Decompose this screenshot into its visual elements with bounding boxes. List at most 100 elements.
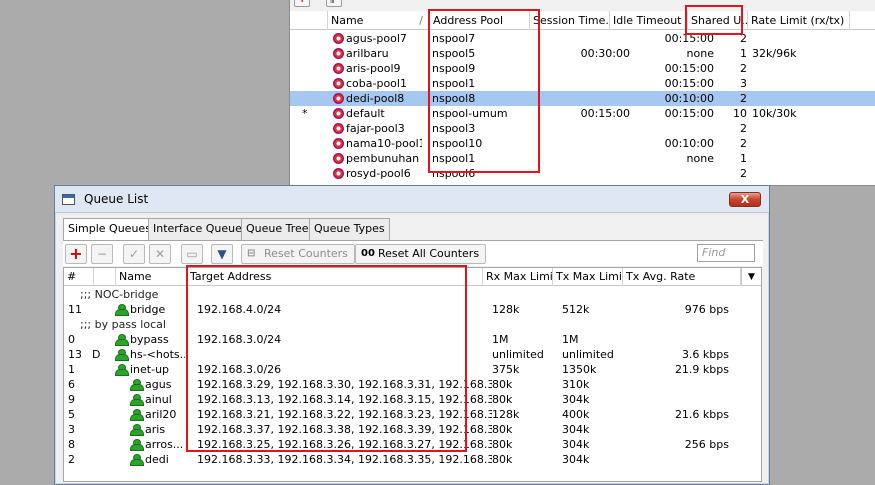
tab-queue-types[interactable]: Queue Types (309, 218, 390, 240)
rate-limit-cell: 10k/30k (752, 107, 797, 120)
table-row[interactable]: dedi-pool8 nspool8 00:10:00 2 (290, 91, 875, 106)
queue-icon (130, 394, 144, 406)
close-button[interactable]: X (729, 192, 761, 207)
comment-button[interactable]: ▭ (181, 244, 203, 264)
queue-name-text: hs-<hots... (130, 348, 185, 361)
table-row[interactable]: coba-pool1 nspool1 00:15:00 3 (290, 76, 875, 91)
tx-max-limit-cell: 304k (562, 453, 590, 466)
table-row[interactable]: * default nspool-umum 00:15:00 00:15:00 10 10k… (290, 106, 875, 121)
queue-flag (92, 422, 106, 437)
columns-dropdown-button[interactable]: ▼ (741, 268, 761, 286)
title-bar[interactable]: Queue List X (55, 186, 769, 213)
column-header-tx-avg-rate[interactable]: Tx Avg. Rate (623, 268, 741, 286)
reset-counters-icon: ⊟ (247, 248, 256, 259)
table-row[interactable]: rosyd-pool6 nspool6 2 (290, 166, 875, 181)
profile-name-text: aris-pool9 (346, 62, 401, 75)
profile-name: rosyd-pool6 (332, 166, 422, 181)
profile-name-text: default (346, 107, 385, 120)
column-header-rate-limit[interactable]: Rate Limit (rx/tx) (748, 11, 850, 30)
table-row[interactable]: aris-pool9 nspool9 00:15:00 2 (290, 61, 875, 76)
profile-name-text: fajar-pool3 (346, 122, 405, 135)
table-row[interactable]: pembunuhan nspool1 none 1 (290, 151, 875, 166)
profile-icon (333, 108, 344, 119)
queue-icon (115, 364, 129, 376)
column-header-rx-max-limit[interactable]: Rx Max Limit (483, 268, 553, 286)
tab-simple-queues[interactable]: Simple Queues (63, 218, 156, 241)
plus-icon: + (69, 244, 83, 263)
queue-name: bridge (115, 302, 185, 317)
reset-counters-label: Reset Counters (264, 247, 348, 260)
queue-name-text: aris (145, 423, 166, 436)
queue-flag (92, 362, 106, 377)
profile-name-text: rosyd-pool6 (346, 167, 411, 180)
disable-button[interactable]: ✕ (149, 244, 171, 264)
tab-queue-tree[interactable]: Queue Tree (241, 218, 314, 240)
queue-icon (115, 304, 129, 316)
window-icon (62, 194, 75, 205)
rx-max-limit-cell: 1M (492, 333, 509, 346)
shared-users-cell: 1 (740, 47, 747, 60)
default-marker (302, 136, 310, 151)
rate-limit-cell (750, 61, 860, 76)
tx-avg-rate-cell (632, 392, 729, 407)
rx-max-limit-cell: 128k (492, 303, 520, 316)
rx-max-limit-cell: 80k (492, 378, 513, 391)
column-header-name[interactable]: Name (116, 268, 187, 286)
default-marker (302, 61, 310, 76)
column-header-blank[interactable] (290, 11, 328, 30)
rx-max-limit-cell: 375k (492, 363, 520, 376)
rate-limit-cell (750, 91, 860, 106)
rate-limit-cell (750, 151, 860, 166)
queue-name: hs-<hots... (115, 347, 185, 362)
filter-button[interactable]: ⫼ (326, 0, 342, 7)
default-marker (302, 121, 310, 136)
column-header-tx-max-limit[interactable]: Tx Max Limit (553, 268, 623, 286)
column-header-session-time[interactable]: Session Time... (530, 11, 610, 30)
shared-users-cell: 2 (740, 92, 747, 105)
column-header-name[interactable]: Name (328, 11, 430, 30)
tx-max-limit-cell: 310k (562, 378, 590, 391)
queue-flag (92, 437, 106, 452)
shared-users-cell: 2 (740, 137, 747, 150)
tx-avg-rate-cell: 3.6 kbps (681, 348, 729, 361)
queue-name-text: bypass (130, 333, 169, 346)
rate-limit-cell (750, 31, 860, 46)
profile-name-text: agus-pool7 (346, 32, 407, 45)
reset-counters-button[interactable]: ⊟ Reset Counters (241, 244, 355, 264)
table-row[interactable]: fajar-pool3 nspool3 2 (290, 121, 875, 136)
table-row[interactable]: arilbaru nspool5 00:30:00 none 1 32k/96k (290, 46, 875, 61)
table-row[interactable]: nama10-pool10nspool1000:10:002 (290, 136, 875, 151)
table-row[interactable]: 2 dedi 192.168.3.33, 192.168.3.34, 192.168… (64, 452, 761, 467)
tx-max-limit-cell: 1M (562, 333, 579, 346)
check-icon: ✓ (128, 247, 140, 261)
profile-name: aris-pool9 (332, 61, 422, 76)
queue-icon (130, 424, 144, 436)
find-input[interactable]: Find (697, 244, 755, 262)
reset-all-counters-button[interactable]: 00 Reset All Counters (355, 244, 487, 264)
note-icon: ▭ (186, 247, 198, 261)
tab-interface-queues[interactable]: Interface Queues (148, 218, 253, 240)
annotation-box-target-address (186, 265, 467, 452)
queue-name-text: dedi (145, 453, 169, 466)
table-row[interactable]: agus-pool7 nspool7 00:15:00 2 (290, 31, 875, 46)
rate-limit-cell (750, 166, 860, 181)
tx-max-limit-cell: 304k (562, 393, 590, 406)
add-button[interactable]: + (65, 244, 87, 264)
column-header-number[interactable]: # (64, 268, 94, 286)
column-header-flags[interactable] (94, 268, 116, 286)
default-marker (302, 31, 310, 46)
tx-avg-rate-cell (632, 422, 729, 437)
column-header-idle-timeout[interactable]: Idle Timeout (610, 11, 688, 30)
add-button[interactable]: + (294, 0, 310, 7)
tx-max-limit-cell: 1350k (562, 363, 597, 376)
remove-button[interactable]: − (91, 244, 113, 264)
queue-name-text: agus (145, 378, 172, 391)
filter-button[interactable]: ▼ (211, 244, 233, 264)
profile-icon (333, 153, 344, 164)
enable-button[interactable]: ✓ (123, 244, 145, 264)
profile-name: dedi-pool8 (332, 91, 422, 106)
rx-max-limit-cell: 80k (492, 393, 513, 406)
profile-icon (333, 138, 344, 149)
queue-name: bypass (115, 332, 185, 347)
profile-icon (333, 78, 344, 89)
